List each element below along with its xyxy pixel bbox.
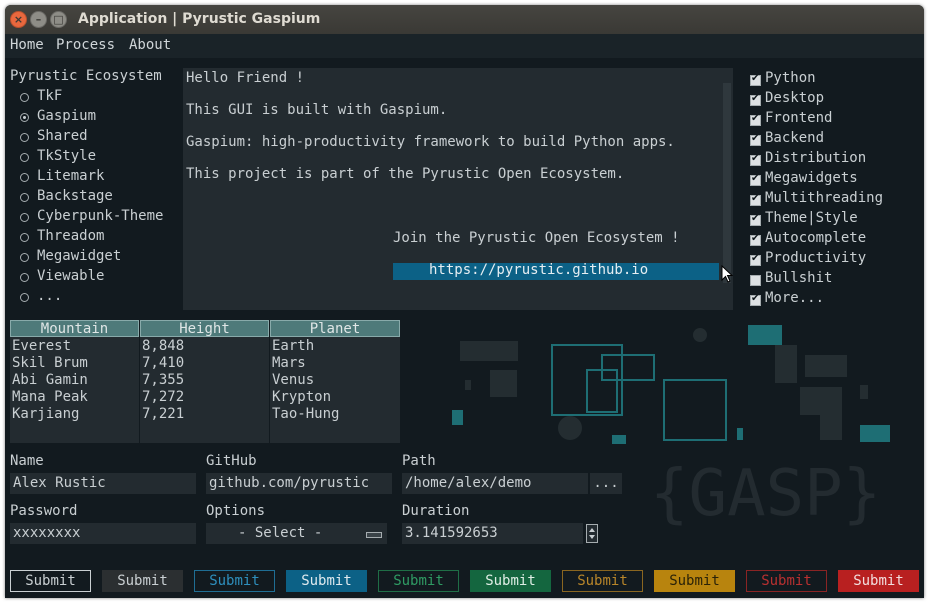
menu-about[interactable]: About	[129, 37, 171, 53]
decorative-graphic	[452, 325, 890, 444]
submit-button-outline-default[interactable]: Submit	[10, 570, 91, 592]
name-field[interactable]: Alex Rustic	[10, 473, 196, 494]
github-field[interactable]: github.com/pyrustic	[206, 473, 392, 494]
ecosystem-title: Pyrustic Ecosystem	[10, 68, 162, 84]
path-label: Path	[402, 453, 436, 469]
submit-button-filled-blue[interactable]: Submit	[286, 570, 367, 592]
path-field[interactable]: /home/alex/demo	[402, 473, 588, 494]
options-selected-value: - Select -	[238, 525, 323, 541]
spinbox-arrows-icon[interactable]	[586, 524, 598, 543]
submit-button-filled-green[interactable]: Submit	[470, 570, 551, 592]
submit-button-outline-yellow[interactable]: Submit	[562, 570, 643, 592]
path-browse-button[interactable]: ...	[590, 473, 622, 494]
maximize-icon[interactable]: □	[50, 11, 67, 28]
submit-button-filled-red[interactable]: Submit	[838, 570, 919, 592]
mouse-cursor-icon	[721, 265, 734, 283]
title-bar: × – □ Application | Pyrustic Gaspium	[5, 5, 924, 34]
github-label: GitHub	[206, 453, 257, 469]
text-line-greeting: Hello Friend !	[186, 70, 305, 86]
menu-process[interactable]: Process	[56, 37, 115, 53]
gasp-logo: {GASP}	[650, 457, 882, 531]
scrollbar-thumb[interactable]	[723, 83, 731, 283]
col-header-height[interactable]: Height	[140, 320, 269, 337]
minimize-icon[interactable]: –	[30, 11, 47, 28]
submit-button-outline-green[interactable]: Submit	[378, 570, 459, 592]
window-title: Application | Pyrustic Gaspium	[78, 11, 321, 27]
options-label: Options	[206, 503, 266, 519]
duration-spinbox[interactable]: 3.141592653	[402, 523, 583, 544]
duration-label: Duration	[402, 503, 470, 519]
text-line-project: This project is part of the Pyrustic Ope…	[186, 166, 625, 182]
menu-bar: Home Process About	[5, 34, 924, 58]
text-line-built: This GUI is built with Gaspium.	[186, 102, 448, 118]
password-field[interactable]: xxxxxxxx	[10, 523, 196, 544]
submit-button-outline-red[interactable]: Submit	[746, 570, 827, 592]
submit-button-filled-default[interactable]: Submit	[102, 570, 183, 592]
col-header-mountain[interactable]: Mountain	[10, 320, 139, 337]
col-header-planet[interactable]: Planet	[270, 320, 400, 337]
text-line-framework: Gaspium: high-productivity framework to …	[186, 134, 675, 150]
name-label: Name	[10, 453, 44, 469]
options-select[interactable]: - Select -	[206, 523, 387, 544]
close-icon[interactable]: ×	[10, 11, 27, 28]
submit-button-outline-blue[interactable]: Submit	[194, 570, 275, 592]
submit-button-filled-yellow[interactable]: Submit	[654, 570, 735, 592]
text-line-join: Join the Pyrustic Open Ecosystem !	[393, 230, 680, 246]
dropdown-icon	[366, 532, 382, 538]
password-label: Password	[10, 503, 78, 519]
app-window: × – □ Application | Pyrustic Gaspium Hom…	[5, 5, 924, 598]
link-url[interactable]: https://pyrustic.github.io	[429, 262, 648, 278]
menu-home[interactable]: Home	[10, 37, 44, 53]
